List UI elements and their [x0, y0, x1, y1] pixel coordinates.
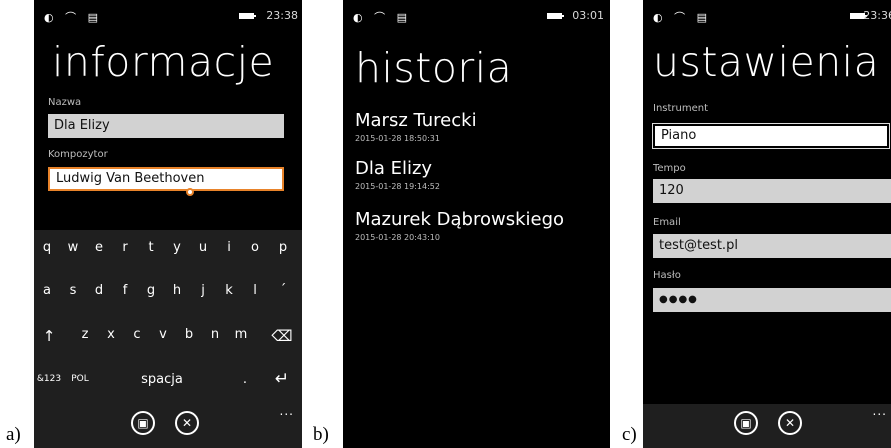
key-y[interactable]: y	[168, 240, 186, 255]
password-label: Hasło	[653, 270, 681, 281]
tempo-label: Tempo	[653, 163, 686, 174]
phone-screen-informacje: ◐ ⌒ ▤ 23:38 informacje Nazwa Dla Elizy K…	[34, 0, 302, 448]
page-title: historia	[355, 44, 513, 92]
status-time: 23:36	[863, 9, 891, 22]
composer-label: Kompozytor	[48, 149, 108, 160]
text-cursor-handle[interactable]	[186, 188, 194, 196]
key-v[interactable]: v	[154, 327, 172, 342]
password-field[interactable]: ●●●●	[653, 288, 891, 312]
panel-label-a: a)	[6, 424, 21, 445]
key-x[interactable]: x	[102, 327, 120, 342]
instrument-field[interactable]: Piano	[652, 123, 890, 149]
panel-label-b: b)	[313, 424, 329, 445]
key-j[interactable]: j	[194, 283, 212, 298]
shift-key[interactable]: ↑	[38, 327, 60, 345]
key-l[interactable]: l	[246, 283, 264, 298]
on-screen-keyboard: q w e r t y u i o p a s d f g h j k l ´ …	[34, 230, 302, 404]
backspace-key[interactable]: ⌫	[270, 327, 294, 345]
key-q[interactable]: q	[38, 240, 56, 255]
key-t[interactable]: t	[142, 240, 160, 255]
status-time: 03:01	[572, 9, 604, 22]
save-icon[interactable]: ▣	[131, 411, 155, 435]
key-d[interactable]: d	[90, 283, 108, 298]
status-bar: ◐ ⌒ ▤ 03:01	[343, 0, 610, 34]
key-n[interactable]: n	[206, 327, 224, 342]
key-k[interactable]: k	[220, 283, 238, 298]
save-icon[interactable]: ▣	[734, 411, 758, 435]
key-f[interactable]: f	[116, 283, 134, 298]
key-g[interactable]: g	[142, 283, 160, 298]
app-bar: ▣ ✕ ...	[34, 404, 302, 448]
key-a[interactable]: a	[38, 283, 56, 298]
name-label: Nazwa	[48, 97, 82, 108]
key-p[interactable]: p	[274, 240, 292, 255]
history-item-time: 2015-01-28 19:14:52	[355, 182, 440, 191]
instrument-label: Instrument	[653, 103, 709, 114]
page-title: ustawienia	[653, 38, 880, 86]
key-e[interactable]: e	[90, 240, 108, 255]
signal-icon: ◐ ⌒ ▤	[353, 11, 411, 24]
period-key[interactable]: .	[238, 372, 252, 387]
status-bar: ◐ ⌒ ▤ 23:38	[34, 0, 302, 34]
signal-icon: ◐ ⌒ ▤	[653, 11, 711, 24]
language-key[interactable]: POL	[68, 374, 92, 384]
numbers-key[interactable]: &123	[36, 374, 62, 384]
battery-icon	[239, 13, 256, 19]
page-title: informacje	[52, 38, 275, 86]
key-s[interactable]: s	[64, 283, 82, 298]
panel-label-c: c)	[622, 424, 637, 445]
status-time: 23:38	[266, 9, 298, 22]
cancel-icon[interactable]: ✕	[778, 411, 802, 435]
key-m[interactable]: m	[232, 327, 250, 342]
key-z[interactable]: z	[76, 327, 94, 342]
history-item-title[interactable]: Dla Elizy	[355, 158, 432, 179]
key-w[interactable]: w	[64, 240, 82, 255]
app-bar: ▣ ✕ ...	[643, 404, 891, 448]
key-o[interactable]: o	[246, 240, 264, 255]
status-bar: ◐ ⌒ ▤ 23:36	[643, 0, 891, 34]
phone-screen-ustawienia: ◐ ⌒ ▤ 23:36 ustawienia Instrument Piano …	[643, 0, 891, 448]
battery-icon	[547, 13, 564, 19]
key-c[interactable]: c	[128, 327, 146, 342]
enter-key[interactable]: ↵	[270, 369, 294, 389]
signal-icon: ◐ ⌒ ▤	[44, 11, 102, 24]
more-options-icon[interactable]: ...	[873, 404, 887, 418]
key-acute[interactable]: ´	[274, 283, 292, 298]
more-options-icon[interactable]: ...	[280, 404, 294, 418]
key-b[interactable]: b	[180, 327, 198, 342]
key-h[interactable]: h	[168, 283, 186, 298]
email-field[interactable]: test@test.pl	[653, 234, 891, 258]
phone-screen-historia: ◐ ⌒ ▤ 03:01 historia Marsz Turecki 2015-…	[343, 0, 610, 448]
email-label: Email	[653, 217, 681, 228]
key-u[interactable]: u	[194, 240, 212, 255]
key-i[interactable]: i	[220, 240, 238, 255]
space-key[interactable]: spacja	[122, 372, 202, 387]
history-item-title[interactable]: Mazurek Dąbrowskiego	[355, 209, 564, 230]
composer-field[interactable]: Ludwig Van Beethoven	[48, 167, 284, 191]
cancel-icon[interactable]: ✕	[175, 411, 199, 435]
history-item-time: 2015-01-28 18:50:31	[355, 134, 440, 143]
history-item-time: 2015-01-28 20:43:10	[355, 233, 440, 242]
name-field[interactable]: Dla Elizy	[48, 114, 284, 138]
history-item-title[interactable]: Marsz Turecki	[355, 110, 477, 131]
key-r[interactable]: r	[116, 240, 134, 255]
tempo-field[interactable]: 120	[653, 179, 891, 203]
